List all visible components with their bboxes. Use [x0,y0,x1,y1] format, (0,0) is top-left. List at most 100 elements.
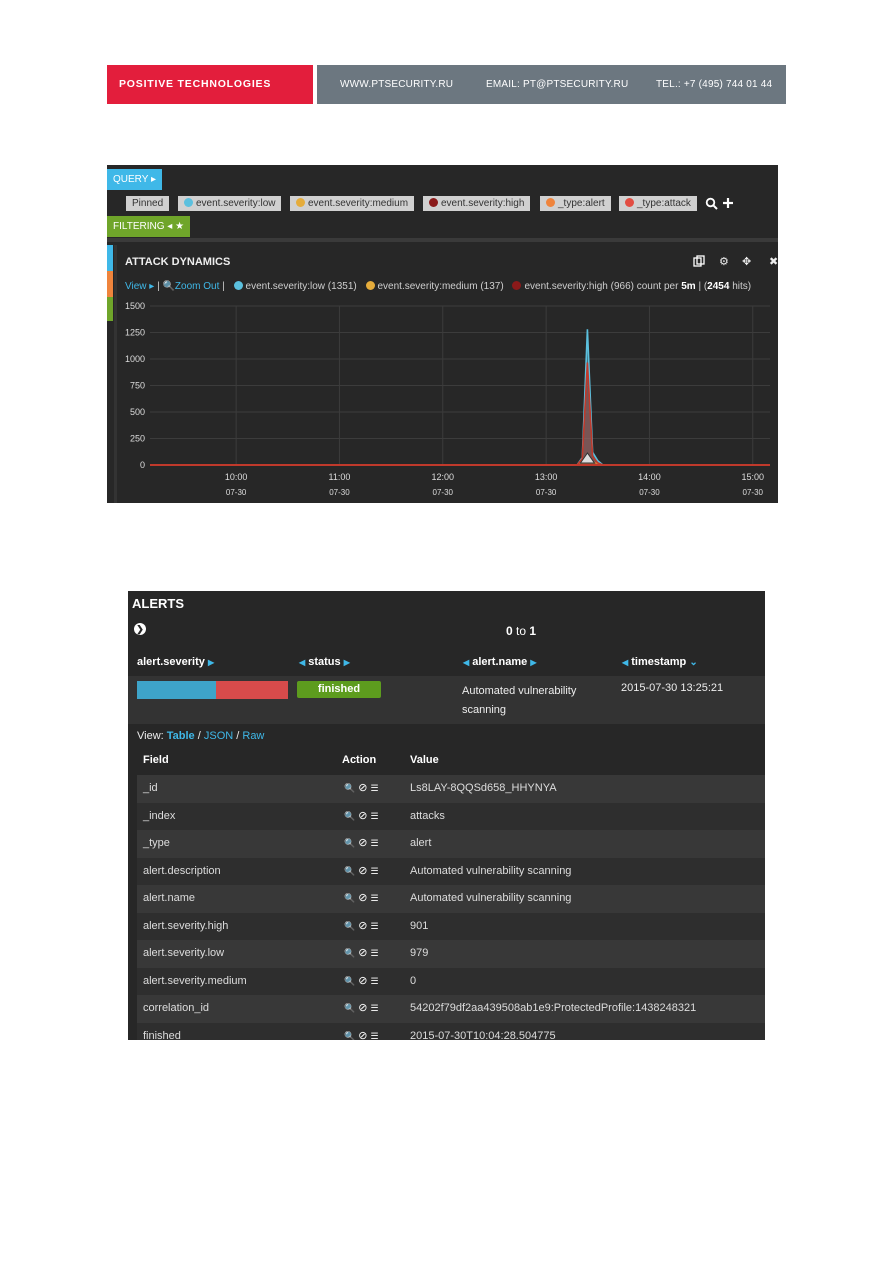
search-icon[interactable]: 🔍 [344,838,358,848]
filter-label: event.severity:low [196,198,276,209]
columns-icon[interactable]: ☰ [370,893,381,903]
column-header-timestamp[interactable]: ◀ timestamp ⌄ [622,656,698,668]
exclude-icon[interactable]: ⊘ [358,1002,370,1014]
search-icon[interactable]: 🔍 [344,1031,358,1041]
view-raw-link[interactable]: Raw [242,730,264,742]
columns-icon[interactable]: ☰ [370,921,381,931]
view-json-link[interactable]: JSON [204,730,233,742]
panel-title: ATTACK DYNAMICS [125,256,231,268]
attack-dynamics-chart: 0 250 500 750 1000 1250 1500 10:00 07-30 11:00 07-… [125,301,770,497]
legend-dot [512,281,522,290]
query-button[interactable]: QUERY ▸ [107,169,163,190]
legend-item[interactable]: event.severity:low (1351) [246,281,357,292]
columns-icon[interactable]: ☰ [370,1003,381,1013]
exclude-icon[interactable]: ⊘ [358,810,370,822]
column-header-name[interactable]: ◀ alert.name ▶ [463,656,536,668]
filter-chip[interactable]: event.severity:medium [290,196,415,211]
row-actions: 🔍⊘☰ [344,1001,382,1014]
dashboard-screenshot: QUERY ▸ Pinned event.severity:low event.… [107,165,778,503]
row-actions: 🔍⊘☰ [344,946,382,959]
pager-to-word: to [516,624,527,638]
x-tick-date: 07-30 [226,488,247,497]
row-actions: 🔍⊘☰ [344,836,382,849]
caret-left-icon: ◀ [299,658,306,667]
search-icon[interactable]: 🔍 [344,893,358,903]
x-tick-date: 07-30 [639,488,660,497]
exclude-icon[interactable]: ⊘ [358,1030,370,1041]
exclude-icon[interactable]: ⊘ [358,837,370,849]
exclude-icon[interactable]: ⊘ [358,892,370,904]
alert-name: Automated vulnerability scanning [462,685,577,716]
filter-chip[interactable]: _type:attack [619,196,697,211]
legend-item[interactable]: event.severity:medium (137) [378,281,504,292]
field-name: alert.name [143,892,195,904]
filter-label: event.severity:medium [308,198,409,209]
pager: 0 to 1 [506,624,536,638]
y-tick-label: 1250 [125,328,145,338]
row-actions: 🔍⊘☰ [344,974,382,987]
columns-icon[interactable]: ☰ [370,811,381,821]
search-icon[interactable]: 🔍 [344,783,358,793]
filter-chip[interactable]: _type:alert [540,196,611,211]
columns-icon[interactable]: ☰ [370,1031,381,1041]
filter-color-dot [429,198,438,207]
caret-right-icon: ▶ [207,658,215,667]
severity-low-segment [137,681,216,699]
columns-icon[interactable]: ☰ [370,948,381,958]
legend-item[interactable]: event.severity:high (966) [524,281,634,292]
alerts-screenshot: ALERTS ❯ 0 to 1 alert.severity ▶ ◀ statu… [128,591,765,1040]
column-header-status[interactable]: ◀ status ▶ [299,656,350,668]
field-name: alert.severity.medium [143,974,247,987]
field-name: _index [143,809,176,822]
search-icon[interactable]: 🔍 [344,921,358,931]
y-tick-label: 250 [130,434,145,444]
add-icon[interactable] [722,197,734,209]
columns-icon[interactable]: ☰ [370,783,381,793]
field-value: Ls8LAY-8QQSd658_HHYNYA [410,782,557,794]
row-actions: 🔍⊘☰ [344,891,382,904]
exclude-icon[interactable]: ⊘ [358,975,370,987]
move-icon[interactable]: ✥ [742,255,751,268]
column-header-severity[interactable]: alert.severity ▶ [137,656,214,668]
search-icon[interactable]: 🔍 [344,948,358,958]
filter-label: _type:alert [558,198,605,209]
search-icon[interactable] [705,197,719,211]
panel-divider [107,238,778,242]
copy-icon[interactable] [693,255,705,267]
star-icon: ★ [175,221,185,232]
table-row: _type 🔍⊘☰ alert [137,830,765,858]
pinned-chip[interactable]: Pinned [126,196,170,211]
x-tick-label: 11:00 [329,472,351,482]
search-icon[interactable]: 🔍 [344,1003,358,1013]
view-menu[interactable]: View ▸ [125,281,154,292]
field-name: correlation_id [143,1002,210,1014]
row-actions: 🔍⊘☰ [344,864,382,877]
exclude-icon[interactable]: ⊘ [358,865,370,877]
columns-icon[interactable]: ☰ [370,838,381,848]
search-icon[interactable]: 🔍 [344,976,358,986]
pinned-label: Pinned [132,198,164,209]
pager-from: 0 [506,624,513,638]
gear-icon[interactable]: ⚙ [719,255,729,268]
search-icon[interactable]: 🔍 [344,811,358,821]
columns-icon[interactable]: ☰ [370,866,381,876]
row-actions: 🔍⊘☰ [344,1029,382,1041]
field-value: attacks [410,809,445,822]
legend-dot [233,281,243,290]
chevron-right-icon[interactable]: ❯ [134,623,146,635]
filter-chip[interactable]: event.severity:low [178,196,282,211]
filtering-button[interactable]: FILTERING ◂ ★ [107,216,191,237]
table-row: _id 🔍⊘☰ Ls8LAY-8QQSd658_HHYNYA [137,775,765,803]
exclude-icon[interactable]: ⊘ [358,782,370,794]
field-value: Automated vulnerability scanning [410,892,572,904]
view-table-link[interactable]: Table [167,730,195,742]
filter-chip[interactable]: event.severity:high [423,196,531,211]
close-icon[interactable]: ✖ [769,255,778,268]
table-row: alert.description 🔍⊘☰ Automated vulnerabil… [137,857,765,885]
zoom-out-button[interactable]: 🔍Zoom Out [162,281,219,292]
search-icon[interactable]: 🔍 [344,866,358,876]
exclude-icon[interactable]: ⊘ [358,920,370,932]
exclude-icon[interactable]: ⊘ [358,947,370,959]
row-actions: 🔍⊘☰ [344,919,382,932]
columns-icon[interactable]: ☰ [370,976,381,986]
